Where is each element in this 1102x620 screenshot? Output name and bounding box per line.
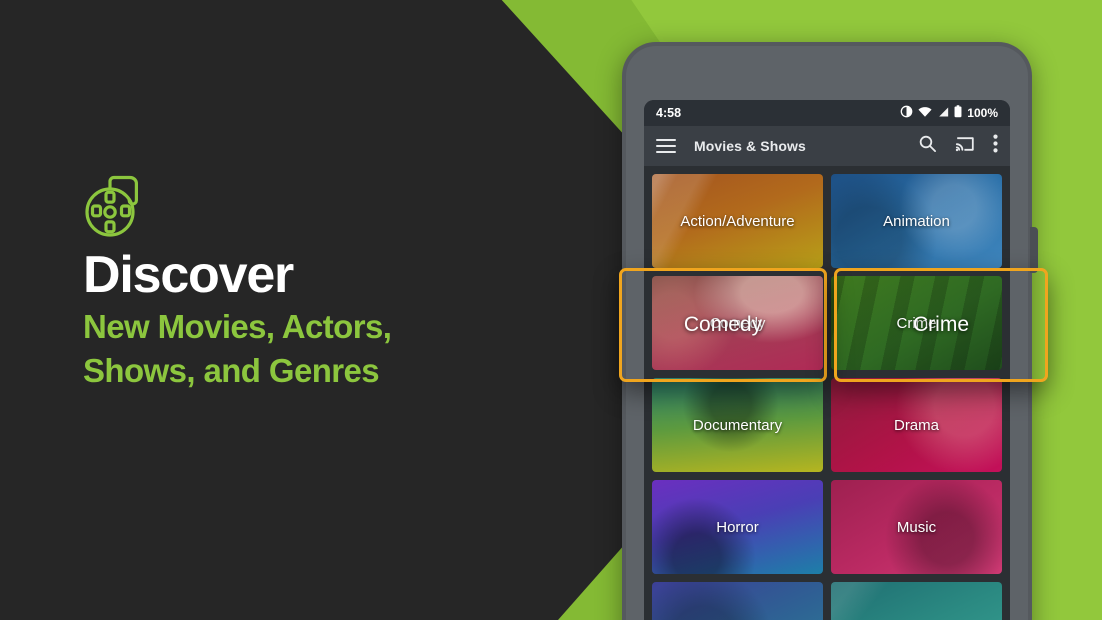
genre-tile-label: Horror (716, 518, 759, 536)
genre-tile-label: Documentary (692, 416, 783, 434)
genre-tile[interactable]: Documentary (652, 378, 823, 472)
genre-grid: Action/Adventure Animation Comedy Crime Docu… (644, 166, 1010, 620)
cast-icon[interactable] (955, 135, 975, 158)
cellular-signal-icon (937, 106, 949, 121)
genre-tile[interactable]: Animation (831, 174, 1002, 268)
app-title: Movies & Shows (694, 138, 806, 154)
genre-tile[interactable]: Drama (831, 378, 1002, 472)
genre-tile[interactable]: Romance (652, 582, 823, 620)
app-toolbar: Movies & Shows (644, 126, 1010, 166)
toolbar-actions (918, 134, 998, 158)
genre-tile[interactable]: Sci-Fi (831, 582, 1002, 620)
genre-tile-label: Drama (893, 416, 939, 434)
hamburger-menu-icon[interactable] (656, 139, 676, 153)
tile-artwork (652, 582, 823, 620)
page-subtitle: New Movies, Actors, Shows, and Genres (83, 308, 392, 389)
genre-tile-label: Crime (913, 313, 969, 336)
page-title: Discover (83, 246, 294, 304)
promo-text-panel: Discover New Movies, Actors, Shows, and … (0, 0, 470, 620)
genre-tile-comedy-selected[interactable]: Comedy (619, 268, 827, 382)
status-bar-clock: 4:58 (656, 106, 682, 120)
genre-tile[interactable]: Horror (652, 480, 823, 574)
genre-tile[interactable]: Music (831, 480, 1002, 574)
genre-tile-label: Comedy (683, 313, 763, 336)
status-bar-icons: 100% (900, 105, 998, 121)
vibrate-icon (900, 105, 913, 121)
status-bar: 4:58 100% (644, 100, 1010, 126)
overflow-menu-icon[interactable] (993, 134, 998, 158)
wifi-icon (918, 106, 932, 121)
genre-tile-label: Action/Adventure (680, 212, 795, 230)
genre-tile[interactable]: Action/Adventure (652, 174, 823, 268)
power-button[interactable] (1030, 227, 1038, 273)
search-icon[interactable] (918, 134, 937, 158)
promo-screenshot: Discover New Movies, Actors, Shows, and … (0, 0, 1102, 620)
battery-icon (954, 105, 962, 121)
genre-tile-label: Animation (883, 212, 950, 230)
film-reel-icon (80, 172, 148, 240)
genre-tile-label: Music (896, 518, 937, 536)
battery-percent: 100% (967, 106, 998, 120)
genre-tile-crime-selected[interactable]: Crime (834, 268, 1048, 382)
tile-artwork (831, 582, 1002, 620)
